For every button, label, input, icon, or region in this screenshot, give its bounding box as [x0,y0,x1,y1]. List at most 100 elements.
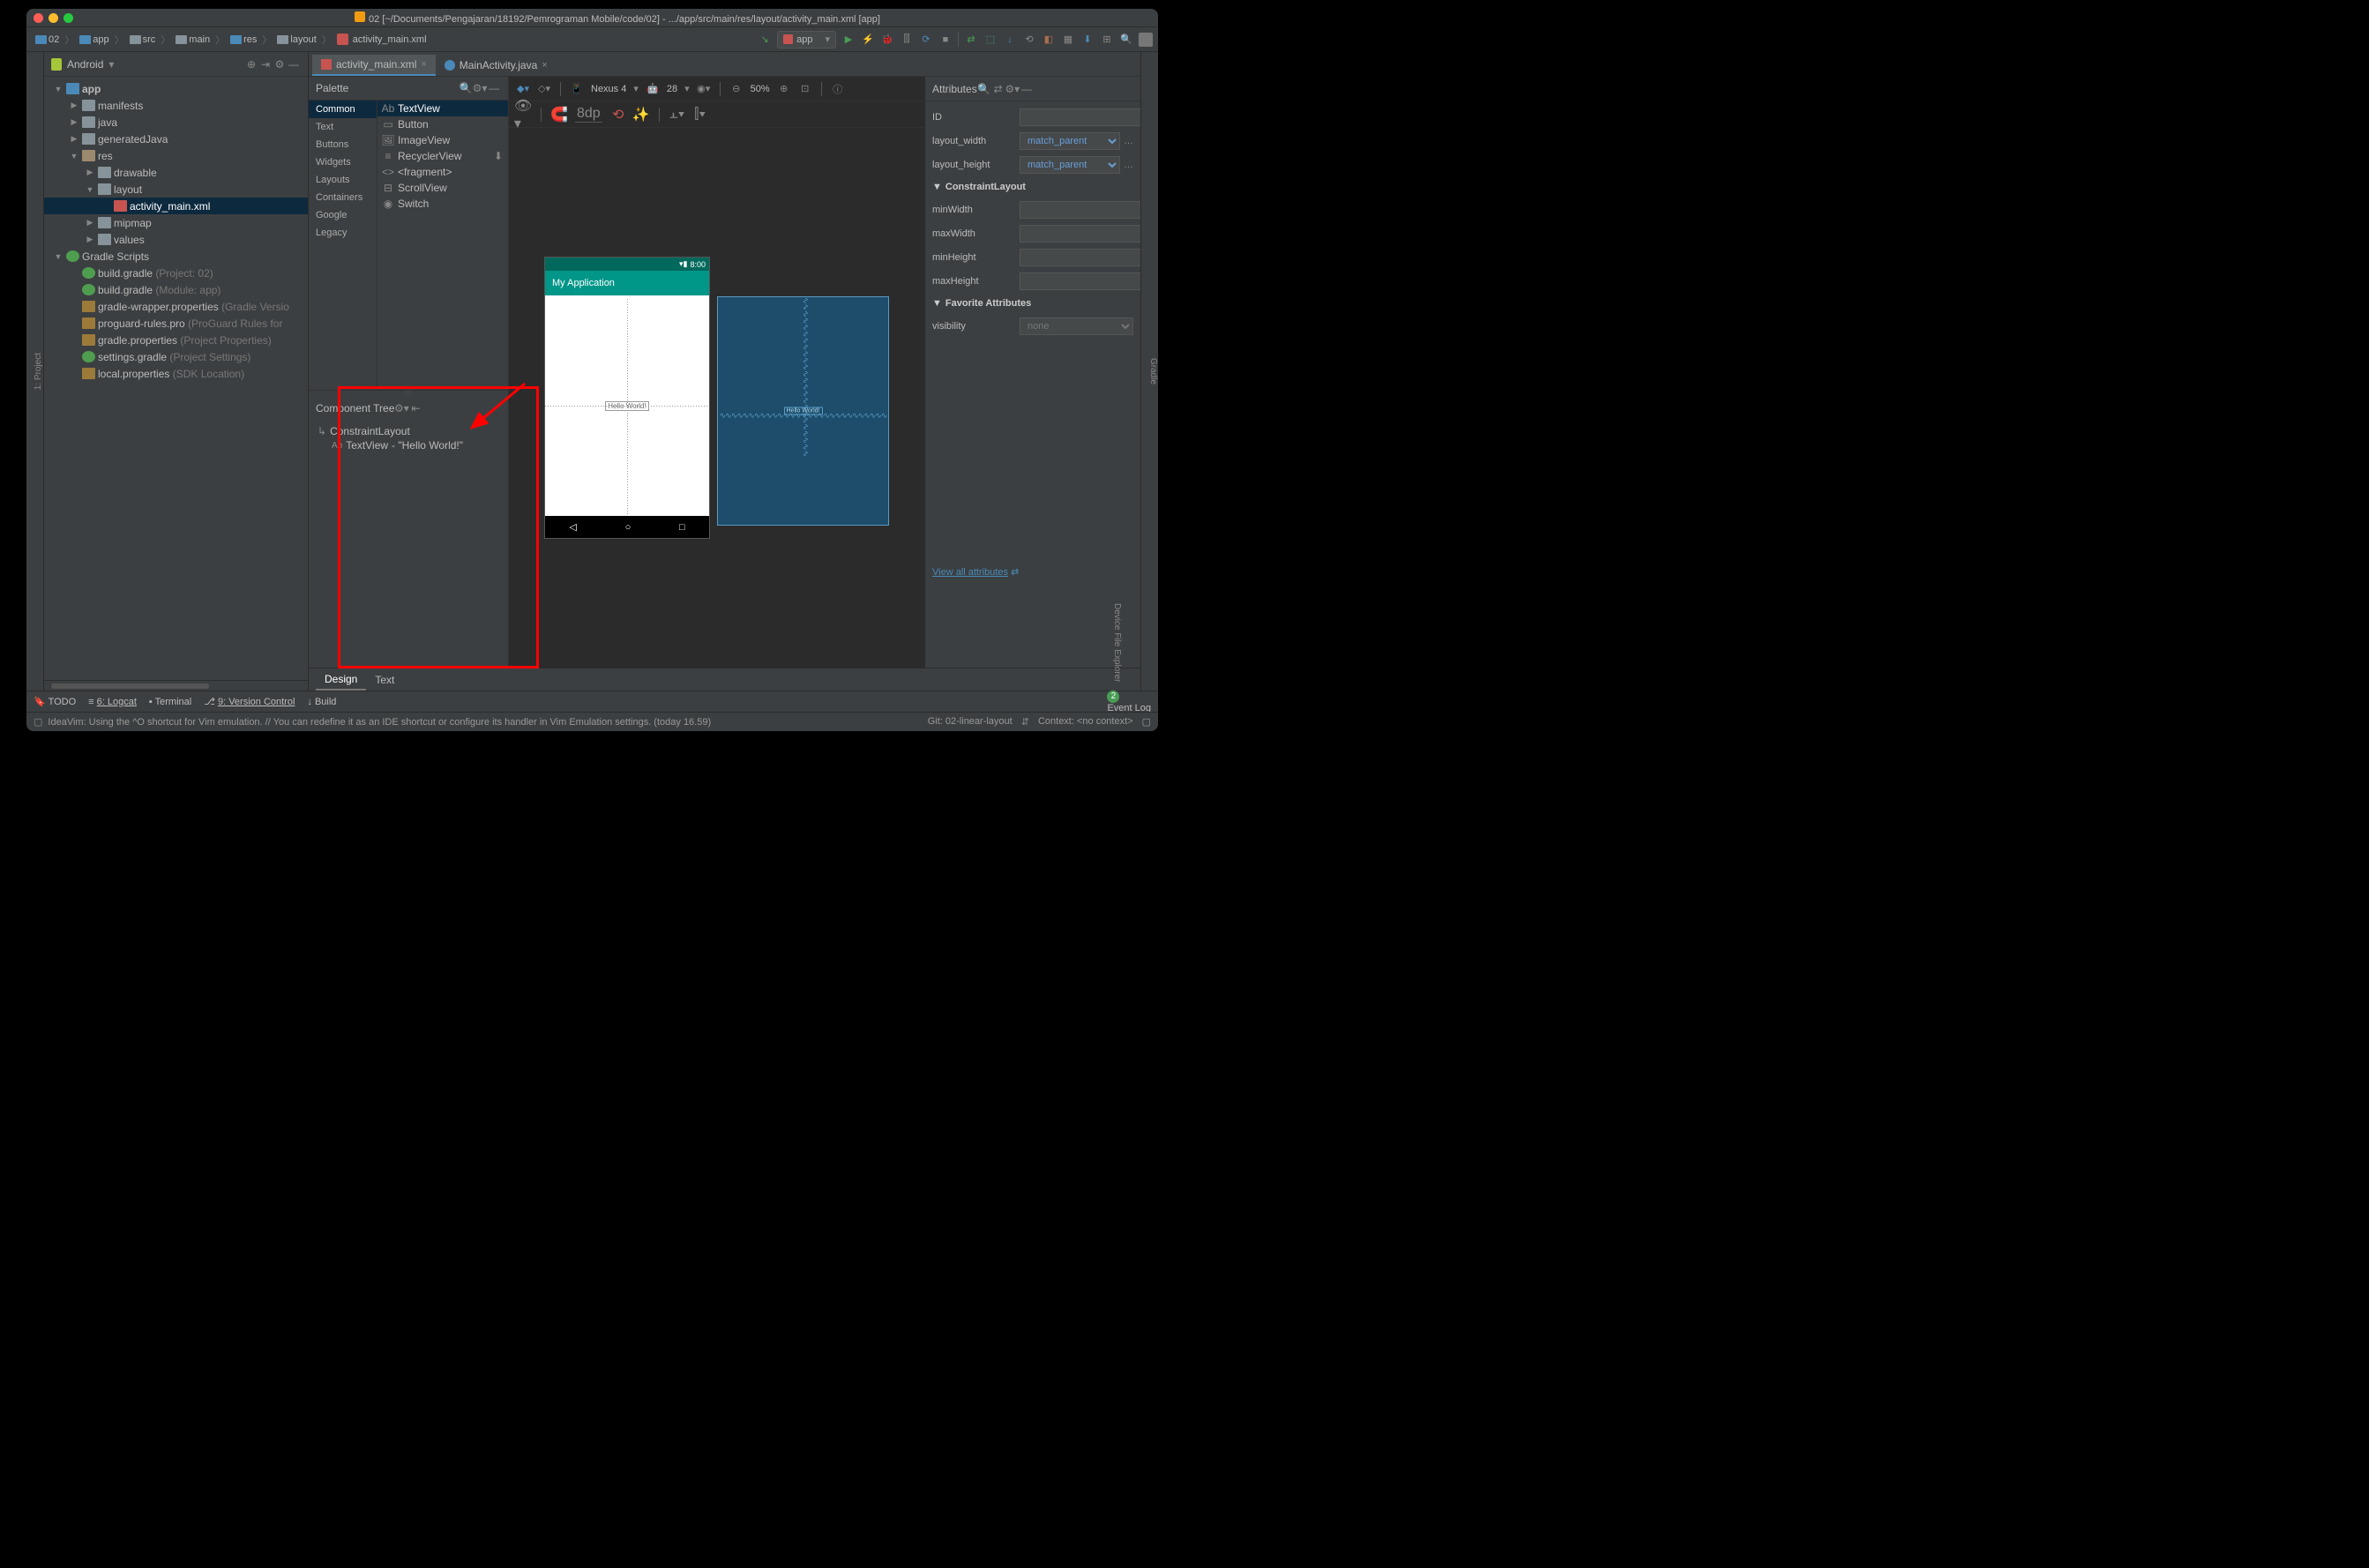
infer-constraints-icon[interactable]: ✨ [634,108,648,122]
palette-settings-icon[interactable]: ⚙▾ [473,81,487,95]
scroll-from-source-button[interactable]: ⊕ [244,57,258,71]
cat-layouts[interactable]: Layouts [309,171,377,189]
zoom-fit-button[interactable]: ⊡ [798,82,812,96]
terminal-tab[interactable]: ▪ Terminal [149,697,191,707]
attr-settings-icon[interactable]: ⚙▾ [1005,82,1020,96]
magnet-icon[interactable]: 🧲 [552,108,566,122]
tree-module-app[interactable]: ▼app [44,80,308,97]
close-tab-icon[interactable]: × [542,60,547,71]
attr-hide-icon[interactable]: — [1020,82,1034,96]
cat-legacy[interactable]: Legacy [309,224,377,242]
view-all-attributes-link[interactable]: View all attributes [932,567,1008,578]
design-tab[interactable]: Design [316,669,366,691]
cat-common[interactable]: Common [309,101,377,118]
breadcrumb-file[interactable]: activity_main.xml [333,32,430,47]
tree-build-gradle-project[interactable]: build.gradle (Project: 02) [44,265,308,281]
download-icon[interactable]: ⬇ [494,150,503,162]
comp-textview[interactable]: AbTextView- "Hello World!" [312,438,504,452]
attach-debugger-button[interactable]: ⟳ [919,33,933,47]
project-tab[interactable]: 1: Project [34,353,43,390]
tree-manifests[interactable]: ▶manifests [44,97,308,114]
debug-button[interactable]: 🐞 [880,33,894,47]
user-avatar[interactable] [1139,33,1153,47]
tab-activity-main[interactable]: activity_main.xml× [312,55,436,76]
hide-panel-button[interactable]: — [287,57,301,71]
apply-changes-button[interactable]: ⚡ [861,33,875,47]
horizontal-scrollbar[interactable] [51,683,209,689]
sync-gradle-button[interactable]: ⇄ [964,33,978,47]
widget-scrollview[interactable]: ⊟ScrollView [377,180,508,196]
component-tree-hide-icon[interactable]: ⇤ [408,401,422,415]
close-window-button[interactable] [34,13,43,23]
zoom-out-button[interactable]: ⊖ [729,82,744,96]
tree-java[interactable]: ▶java [44,114,308,131]
search-everywhere-button[interactable]: 🔍 [1119,33,1133,47]
cat-text[interactable]: Text [309,118,377,136]
hector-icon[interactable]: ▢ [1142,716,1151,728]
breadcrumb-res[interactable]: res [227,33,260,47]
collapse-all-button[interactable]: ⇥ [258,57,273,71]
event-log-tab[interactable]: 2 Event Log [1107,691,1151,713]
tree-mipmap[interactable]: ▶mipmap [44,214,308,231]
palette-hide-icon[interactable]: — [487,81,501,95]
tree-res[interactable]: ▼res [44,147,308,164]
design-canvas[interactable]: ▾▮8:00 My Application Hello World! ◁○□ [509,128,924,668]
minimize-window-button[interactable] [49,13,58,23]
layout-height-select[interactable]: match_parent [1020,156,1120,174]
build-tab[interactable]: ↓ Build [307,697,336,707]
text-tab[interactable]: Text [366,670,403,690]
settings-gear-icon[interactable]: ⚙ [273,57,287,71]
minwidth-input[interactable] [1020,201,1140,219]
widget-imageview[interactable]: 🖼ImageView [377,132,508,148]
cat-widgets[interactable]: Widgets [309,153,377,171]
tree-local-properties[interactable]: local.properties (SDK Location) [44,365,308,382]
warnings-button[interactable]: ⓘ [831,82,845,96]
breadcrumb-root[interactable]: 02 [32,33,63,47]
clear-constraints-icon[interactable]: ⟲ [611,108,625,122]
context-selector[interactable]: Context: <no context> [1038,716,1133,728]
breadcrumb-layout[interactable]: layout [273,33,319,47]
eye-icon[interactable]: 👁▾ [516,108,530,122]
attr-swap-icon[interactable]: ⇄ [991,82,1005,96]
widget-switch[interactable]: ◉Switch [377,196,508,212]
sdk-manager-button[interactable]: ↓ [1003,33,1017,47]
logcat-tab[interactable]: ≡ 6: Logcat [88,697,137,707]
project-view-selector[interactable]: Android [67,58,103,71]
profile-button[interactable]: ⫿⫿ [900,33,914,47]
cat-google[interactable]: Google [309,206,377,224]
align-icon[interactable]: ⫠▾ [670,108,684,122]
palette-search-icon[interactable]: 🔍 [459,81,473,95]
maxheight-input[interactable] [1020,273,1140,290]
widget-recyclerview[interactable]: ≡RecyclerView⬇ [377,148,508,164]
back-button[interactable]: ⟲ [1022,33,1036,47]
id-input[interactable] [1020,108,1140,126]
maxwidth-input[interactable] [1020,225,1140,243]
minheight-input[interactable] [1020,249,1140,266]
close-tab-icon[interactable]: × [421,59,426,70]
layout-inspector-button[interactable]: ⬇ [1080,33,1095,47]
device-icon[interactable]: 📱 [570,82,584,96]
visibility-select[interactable]: none [1020,317,1133,335]
breadcrumb-main[interactable]: main [172,33,213,47]
device-selector[interactable]: Nexus 4 [591,84,626,94]
guidelines-icon[interactable]: ⫿▾ [693,108,707,122]
widget-fragment[interactable]: <><fragment> [377,164,508,180]
layers-icon[interactable]: ◆▾ [516,82,530,96]
vcs-tab[interactable]: ⎇ 9: Version Control [204,696,295,707]
tab-main-activity[interactable]: MainActivity.java× [436,55,557,76]
component-tree-settings-icon[interactable]: ⚙▾ [394,401,408,415]
layout-width-select[interactable]: match_parent [1020,132,1120,150]
widget-textview[interactable]: AbTextView [377,101,508,116]
run-button[interactable]: ▶ [841,33,856,47]
blueprint-preview[interactable]: ∿∿∿∿∿∿∿∿∿∿∿∿∿∿∿∿∿∿∿∿∿∿∿∿∿∿∿∿∿ ∿∿∿∿∿∿∿∿∿∿… [717,296,889,526]
tree-layout[interactable]: ▼layout [44,181,308,198]
todo-tab[interactable]: 🔖 TODO [34,696,76,707]
zoom-in-button[interactable]: ⊕ [777,82,791,96]
gradle-tab[interactable]: Gradle [1148,358,1158,385]
tree-drawable[interactable]: ▶drawable [44,164,308,181]
default-margin[interactable]: 8dp [575,106,602,123]
run-config-dropdown[interactable]: app▾ [777,31,836,49]
git-branch[interactable]: Git: 02-linear-layout [928,716,1013,728]
constraint-section[interactable]: ▼ConstraintLayout [932,176,1133,198]
theme-icon[interactable]: ◉▾ [697,82,711,96]
